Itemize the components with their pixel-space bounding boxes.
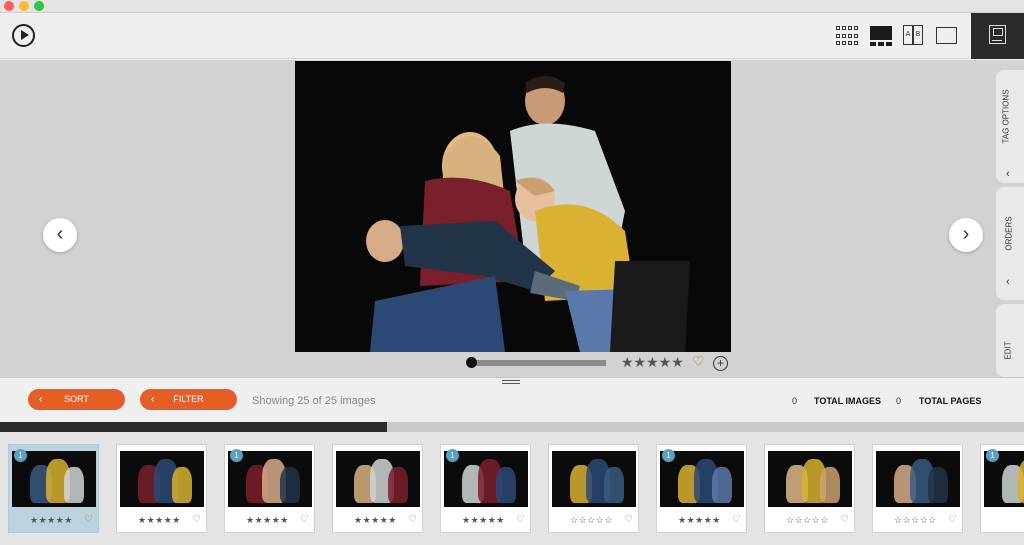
tab-edit-label: EDIT	[1003, 341, 1013, 360]
thumbnail-image	[876, 451, 960, 507]
thumbnail[interactable]: 1 ★★★★★ ♡	[656, 444, 747, 533]
play-slideshow-button[interactable]	[12, 24, 35, 47]
sort-button-label: SORT	[64, 394, 89, 404]
thumbnail[interactable]: 1 ★★★★★ ♡	[440, 444, 531, 533]
thumbnail-figure	[604, 467, 624, 503]
top-toolbar: A B	[0, 13, 1024, 59]
thumbnail-star-rating[interactable]: ☆☆☆☆☆	[786, 515, 829, 526]
compare-b-label: B	[913, 25, 923, 45]
tab-tag-options[interactable]: TAG OPTIONS ‹	[996, 70, 1024, 183]
tab-orders-label: ORDERS	[1004, 216, 1014, 251]
resize-grip-handle[interactable]	[502, 380, 520, 384]
filmstrip-scrollbar[interactable]	[0, 422, 1024, 432]
filmstrip-view-icon[interactable]	[870, 25, 892, 47]
thumbnail[interactable]: 1 ★★★★★ ♡	[224, 444, 315, 533]
thumbnail-figure	[172, 467, 192, 503]
tab-edit[interactable]: EDIT	[996, 304, 1024, 377]
thumbnail-figure	[388, 467, 408, 503]
grid-view-icon[interactable]	[836, 25, 860, 47]
close-window-button[interactable]	[4, 1, 14, 11]
showing-count-text: Showing 25 of 25 images	[252, 395, 376, 407]
thumbnail-image	[768, 451, 852, 507]
side-tabs: TAG OPTIONS ‹ ORDERS ‹ EDIT	[995, 60, 1024, 377]
add-plus-icon[interactable]: +	[713, 356, 728, 371]
favorite-heart-icon[interactable]: ♡	[840, 514, 849, 525]
thumbnail-star-rating[interactable]: ★★★★★	[678, 515, 721, 526]
thumbnail[interactable]: ☆☆☆☆☆ ♡	[548, 444, 639, 533]
thumbnail-figure	[280, 467, 300, 503]
favorite-heart-icon[interactable]: ♡	[408, 514, 417, 525]
window-titlebar	[0, 0, 1024, 13]
chevron-right-icon: ›	[962, 223, 970, 245]
scrollbar-thumb[interactable]	[0, 422, 388, 432]
slider-track	[470, 360, 606, 366]
chevron-left-icon: ‹	[56, 223, 64, 245]
thumbnail[interactable]: ★★★★★ ♡	[116, 444, 207, 533]
total-images-label: TOTAL IMAGES	[814, 396, 882, 406]
tag-count-badge: 1	[446, 449, 459, 462]
compare-a-label: A	[903, 25, 913, 45]
thumbnail-figure	[64, 467, 84, 503]
favorite-heart-icon[interactable]: ♡	[624, 514, 633, 525]
star-rating[interactable]: ★★★★★	[621, 354, 684, 371]
favorite-heart-icon[interactable]: ♡	[300, 514, 309, 525]
image-viewer: ‹ › ★★★★★ ♡ +	[0, 60, 995, 377]
tag-count-badge: 1	[986, 449, 999, 462]
thumbnail-star-rating[interactable]: ★★★★★	[354, 515, 397, 526]
thumbnail-figure	[1018, 459, 1024, 503]
filter-button-label: FILTER	[173, 394, 204, 404]
thumbnail[interactable]: 1	[980, 444, 1024, 533]
thumbnail-star-rating[interactable]: ★★★★★	[30, 515, 73, 526]
filmstrip-controls: ‹ SORT ‹ FILTER Showing 25 of 25 images …	[0, 377, 1024, 422]
tab-orders[interactable]: ORDERS ‹	[996, 187, 1024, 300]
tag-count-badge: 1	[14, 449, 27, 462]
thumbnail-figure	[496, 467, 516, 503]
thumbnail[interactable]: ☆☆☆☆☆ ♡	[872, 444, 963, 533]
chevron-left-icon: ‹	[1006, 276, 1010, 288]
thumbnail-image	[552, 451, 636, 507]
single-view-icon[interactable]	[936, 25, 958, 47]
favorite-heart-icon[interactable]: ♡	[516, 514, 525, 525]
thumbnail-star-rating[interactable]: ★★★★★	[138, 515, 181, 526]
main-photo[interactable]	[295, 61, 731, 352]
slider-handle[interactable]	[466, 357, 477, 368]
chevron-left-icon: ‹	[1006, 168, 1010, 180]
favorite-heart-icon[interactable]: ♡	[84, 514, 93, 525]
favorite-heart-icon[interactable]: ♡	[192, 514, 201, 525]
favorite-heart-icon[interactable]: ♡	[692, 353, 705, 370]
zoom-slider[interactable]	[466, 357, 606, 368]
tag-count-badge: 1	[230, 449, 243, 462]
thumbnail[interactable]: ★★★★★ ♡	[332, 444, 423, 533]
thumbnail-star-rating[interactable]: ★★★★★	[462, 515, 505, 526]
favorite-heart-icon[interactable]: ♡	[948, 514, 957, 525]
previous-image-button[interactable]: ‹	[43, 218, 77, 252]
zoom-window-button[interactable]	[34, 1, 44, 11]
tab-tag-options-label: TAG OPTIONS	[1001, 89, 1011, 144]
sort-button[interactable]: ‹ SORT	[28, 389, 125, 410]
thumbnail-image	[336, 451, 420, 507]
total-pages-count: 0	[896, 396, 902, 406]
favorite-heart-icon[interactable]: ♡	[732, 514, 741, 525]
thumbnail-figure	[820, 467, 840, 503]
compare-view-icon[interactable]: A B	[903, 25, 925, 47]
thumbnail-figure	[928, 467, 948, 503]
panel-toggle-button[interactable]	[971, 13, 1024, 59]
layout-panel-icon	[989, 25, 1006, 44]
thumbnail[interactable]: 1 ★★★★★ ♡	[8, 444, 99, 533]
thumbnail-figure	[712, 467, 732, 503]
thumbnail[interactable]: ☆☆☆☆☆ ♡	[764, 444, 855, 533]
tag-count-badge: 1	[662, 449, 675, 462]
total-images-count: 0	[792, 396, 798, 406]
thumbnail-star-rating[interactable]: ☆☆☆☆☆	[894, 515, 937, 526]
total-pages-label: TOTAL PAGES	[919, 396, 982, 406]
thumbnail-star-rating[interactable]: ☆☆☆☆☆	[570, 515, 613, 526]
minimize-window-button[interactable]	[19, 1, 29, 11]
filter-button[interactable]: ‹ FILTER	[140, 389, 237, 410]
thumbnail-image	[120, 451, 204, 507]
next-image-button[interactable]: ›	[949, 218, 983, 252]
filmstrip: 1 ★★★★★ ♡ ★★★★★ ♡ 1 ★★★★★ ♡ ★★★★★ ♡ 1 ★★★★★ ♡ ☆☆☆☆☆ ♡ 1…	[0, 432, 1024, 545]
family-photo-illustration	[295, 61, 731, 352]
thumbnail-star-rating[interactable]: ★★★★★	[246, 515, 289, 526]
